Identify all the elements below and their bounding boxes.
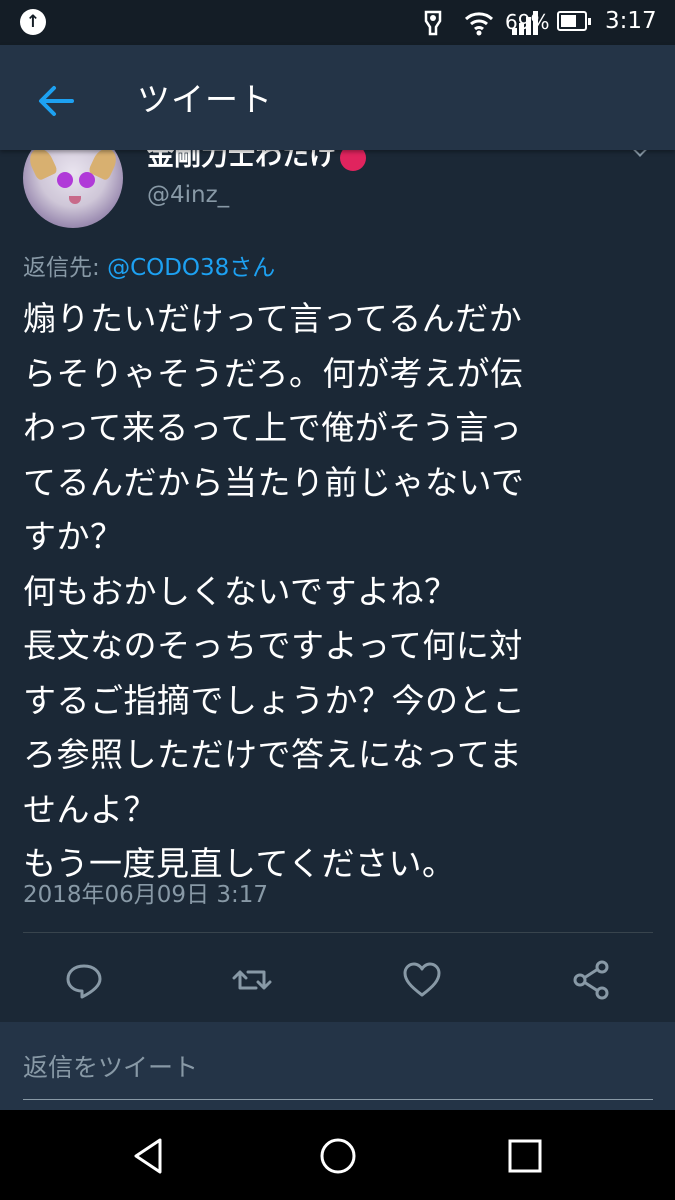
navigation-bar	[0, 1110, 675, 1200]
share-icon	[573, 960, 609, 1000]
tweet-text-line: するご指摘でしょうか？今のとこ	[23, 680, 526, 720]
home-nav-icon[interactable]	[314, 1132, 362, 1180]
replying-to-prefix: 返信先:	[23, 255, 108, 281]
tweet-text-line: 長文なのそっちですよって何に対	[23, 626, 523, 665]
tweet-text-line: てるんだから当たり前じゃないで	[23, 462, 525, 502]
tweet-actions	[0, 950, 675, 1010]
replying-to-mention[interactable]: @CODO38さん	[107, 255, 275, 281]
tweet-text-line: すか？	[23, 517, 124, 556]
reply-input-underline	[23, 1099, 653, 1100]
reply-composer[interactable]: 返信をツイート	[0, 1022, 675, 1110]
wifi-icon	[464, 12, 494, 36]
hand-notification-icon	[424, 10, 442, 36]
tweet-text-line: 何もおかしくないですよね？	[23, 571, 458, 611]
tweet-timestamp: 2018年06月09日 3:17	[23, 882, 269, 908]
replying-to: 返信先: @CODO38さん	[23, 248, 275, 282]
app-bar: ツイート	[0, 45, 675, 150]
tweet-text-line: わって来るって上で俺がそう言っ	[23, 408, 523, 447]
tweet-text-line: せんよ？	[23, 789, 157, 829]
share-button[interactable]	[569, 958, 613, 1002]
tweet-text-line: らそりゃそうだろ。何が考えが伝	[23, 353, 524, 393]
divider	[23, 932, 653, 933]
back-nav-icon[interactable]	[126, 1132, 174, 1180]
tweet-text: 煽りたいだけって言ってるんだか らそりゃそうだろ。何が考えが伝 わって来るって上…	[23, 292, 653, 892]
back-arrow-icon[interactable]	[36, 81, 76, 121]
heart-icon	[403, 962, 441, 997]
retweet-icon	[232, 970, 272, 990]
battery-percent: 69%	[505, 10, 550, 34]
page-title: ツイート	[137, 80, 273, 119]
recents-nav-icon[interactable]	[501, 1132, 549, 1180]
reply-input[interactable]: 返信をツイート	[23, 1048, 198, 1084]
tweet-text-line: 煽りたいだけって言ってるんだか	[23, 299, 523, 338]
battery-level	[561, 15, 577, 27]
reply-icon	[66, 964, 102, 999]
status-time: 3:17	[605, 8, 657, 34]
status-bar: ↑ 69% 3:17	[0, 0, 675, 45]
like-button[interactable]	[400, 958, 444, 1002]
retweet-button[interactable]	[230, 958, 274, 1002]
user-handle[interactable]: @4inz_	[147, 182, 229, 208]
tweet-text-line: ろ参照しただけで答えになってま	[23, 735, 523, 774]
reply-button[interactable]	[62, 958, 106, 1002]
upload-notification-icon: ↑	[20, 9, 46, 35]
battery-icon	[557, 11, 591, 31]
